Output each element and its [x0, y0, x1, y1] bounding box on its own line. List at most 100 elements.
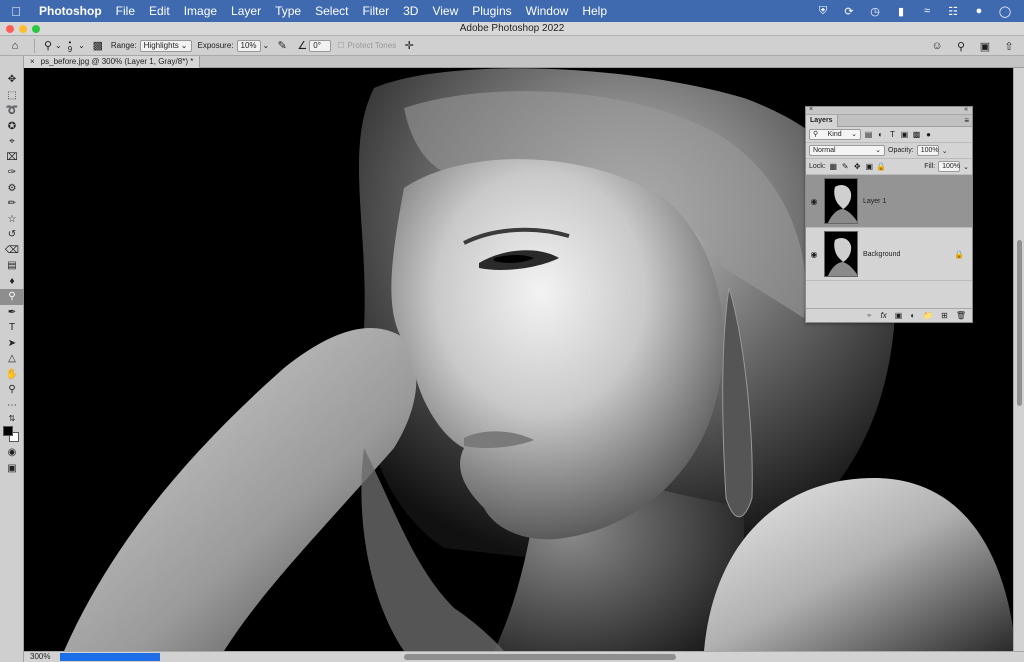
path-selection-tool-icon[interactable]: ➤ — [0, 336, 24, 352]
move-tool-icon[interactable]: ✥ — [0, 72, 24, 88]
document-tab[interactable]: × ps_before.jpg @ 300% (Layer 1, Gray/8*… — [24, 56, 200, 68]
brush-size-value[interactable]: 9 — [68, 46, 72, 53]
blend-mode-select[interactable]: Normal⌄ — [809, 145, 885, 156]
close-panel-icon[interactable]: × — [809, 106, 813, 113]
vertical-scrollbar[interactable] — [1013, 68, 1024, 651]
menu-window[interactable]: Window — [519, 0, 576, 22]
menu-type[interactable]: Type — [268, 0, 308, 22]
chevron-down-icon[interactable]: ⌄ — [963, 163, 969, 171]
filter-toggle-icon[interactable]: ● — [924, 130, 933, 139]
record-icon[interactable]: ● — [972, 4, 986, 18]
chevron-down-icon[interactable]: ⌄ — [55, 41, 62, 50]
visibility-eye-icon[interactable]: ◉ — [806, 250, 822, 259]
eyedropper-tool-icon[interactable]: ✑ — [0, 165, 24, 181]
layer-name[interactable]: Background — [863, 251, 900, 258]
visibility-eye-icon[interactable]: ◉ — [806, 197, 822, 206]
sync-icon[interactable]: ⟳ — [842, 4, 856, 18]
layer-style-icon[interactable]: fx — [881, 311, 887, 320]
notification-icon[interactable]: ◯ — [998, 4, 1012, 18]
filter-pixel-icon[interactable]: ▤ — [864, 130, 873, 139]
shield-icon[interactable]: ⛨ — [816, 4, 830, 18]
add-mask-icon[interactable]: ▣ — [895, 311, 903, 320]
shape-tool-icon[interactable]: △ — [0, 351, 24, 367]
swap-colors-icon[interactable]: ⇅ — [0, 413, 24, 423]
battery-icon[interactable]: ▮ — [894, 4, 908, 18]
lock-image-icon[interactable]: ✎ — [841, 162, 850, 171]
close-tab-icon[interactable]: × — [30, 56, 35, 68]
collapse-panel-icon[interactable]: « — [964, 106, 968, 113]
apple-icon[interactable]:  — [0, 4, 32, 19]
lasso-tool-icon[interactable]: ➰ — [0, 103, 24, 119]
lock-transparent-icon[interactable]: ▦ — [829, 162, 838, 171]
search-icon[interactable]: ⚲ — [954, 39, 968, 53]
account-icon[interactable]: ☺ — [930, 39, 944, 53]
quick-mask-icon[interactable]: ◉ — [0, 445, 24, 461]
eraser-tool-icon[interactable]: ⌫ — [0, 243, 24, 259]
color-swatches[interactable] — [0, 423, 24, 445]
menu-select[interactable]: Select — [308, 0, 355, 22]
menu-file[interactable]: File — [109, 0, 142, 22]
home-icon[interactable]: ⌂ — [8, 39, 22, 53]
menu-3d[interactable]: 3D — [396, 0, 425, 22]
new-group-icon[interactable]: 📁 — [923, 311, 933, 320]
hand-tool-icon[interactable]: ✋ — [0, 367, 24, 383]
exposure-input[interactable]: 10% — [237, 40, 261, 52]
workspace-icon[interactable]: ▣ — [978, 39, 992, 53]
horizontal-scroll-thumb[interactable] — [404, 654, 676, 660]
lock-all-icon[interactable]: 🔒 — [877, 162, 886, 171]
share-icon[interactable]: ⇧ — [1002, 39, 1016, 53]
delete-layer-icon[interactable]: 🗑 — [956, 311, 966, 320]
filter-adjustment-icon[interactable]: ◐ — [876, 130, 885, 139]
menu-layer[interactable]: Layer — [224, 0, 268, 22]
chevron-down-icon[interactable]: ⌄ — [78, 41, 85, 50]
filter-type-icon[interactable]: T — [888, 130, 897, 139]
history-brush-tool-icon[interactable]: ↺ — [0, 227, 24, 243]
filter-kind-select[interactable]: ⚲Kind⌄ — [809, 129, 861, 140]
more-tools-icon[interactable]: ⋯ — [0, 398, 24, 414]
close-window-button[interactable] — [6, 25, 14, 33]
layer-row-layer-1[interactable]: ◉ Layer 1 — [806, 175, 972, 228]
menu-photoshop[interactable]: Photoshop — [32, 0, 109, 22]
brush-tool-icon[interactable]: ✏ — [0, 196, 24, 212]
menu-plugins[interactable]: Plugins — [465, 0, 518, 22]
filter-shape-icon[interactable]: ▣ — [900, 130, 909, 139]
layer-row-background[interactable]: ◉ Background 🔒 — [806, 228, 972, 281]
protect-tones-checkbox[interactable]: ☐ — [337, 41, 344, 50]
opacity-input[interactable]: 100% — [917, 145, 939, 156]
brush-settings-icon[interactable]: ▩ — [91, 39, 105, 53]
menu-edit[interactable]: Edit — [142, 0, 177, 22]
filter-smart-object-icon[interactable]: ▩ — [912, 130, 921, 139]
zoom-tool-icon[interactable]: ⚲ — [0, 382, 24, 398]
minimize-window-button[interactable] — [19, 25, 27, 33]
panel-menu-icon[interactable]: ≡ — [964, 116, 969, 125]
quick-select-tool-icon[interactable]: ✪ — [0, 119, 24, 135]
panel-header[interactable]: × « — [806, 107, 972, 115]
new-layer-icon[interactable]: ⊞ — [941, 311, 948, 320]
zoom-window-button[interactable] — [32, 25, 40, 33]
zoom-level[interactable]: 300% — [30, 652, 50, 662]
menu-help[interactable]: Help — [575, 0, 614, 22]
marquee-tool-icon[interactable]: ⬚ — [0, 88, 24, 104]
clone-stamp-tool-icon[interactable]: ☆ — [0, 212, 24, 228]
control-center-icon[interactable]: ☷ — [946, 4, 960, 18]
airbrush-icon[interactable]: ✎ — [275, 39, 289, 53]
tab-layers[interactable]: Layers — [806, 115, 838, 127]
adjustment-layer-icon[interactable]: ◐ — [910, 311, 915, 320]
pressure-size-icon[interactable]: ✛ — [402, 39, 416, 53]
lock-artboard-icon[interactable]: ▣ — [865, 162, 874, 171]
lock-icon[interactable]: 🔒 — [954, 250, 964, 259]
dodge-tool-icon[interactable]: ⚲ — [0, 289, 24, 305]
angle-input[interactable]: 0° — [309, 40, 331, 52]
lock-position-icon[interactable]: ✥ — [853, 162, 862, 171]
gradient-tool-icon[interactable]: ▤ — [0, 258, 24, 274]
menu-filter[interactable]: Filter — [355, 0, 396, 22]
vertical-scroll-thumb[interactable] — [1017, 240, 1022, 406]
healing-brush-tool-icon[interactable]: ⚙ — [0, 181, 24, 197]
frame-tool-icon[interactable]: ⌧ — [0, 150, 24, 166]
menu-image[interactable]: Image — [177, 0, 224, 22]
foreground-color-swatch[interactable] — [3, 426, 13, 436]
menu-view[interactable]: View — [425, 0, 465, 22]
pen-tool-icon[interactable]: ✒ — [0, 305, 24, 321]
fill-input[interactable]: 100% — [938, 161, 960, 172]
chevron-down-icon[interactable]: ⌄ — [263, 41, 270, 50]
